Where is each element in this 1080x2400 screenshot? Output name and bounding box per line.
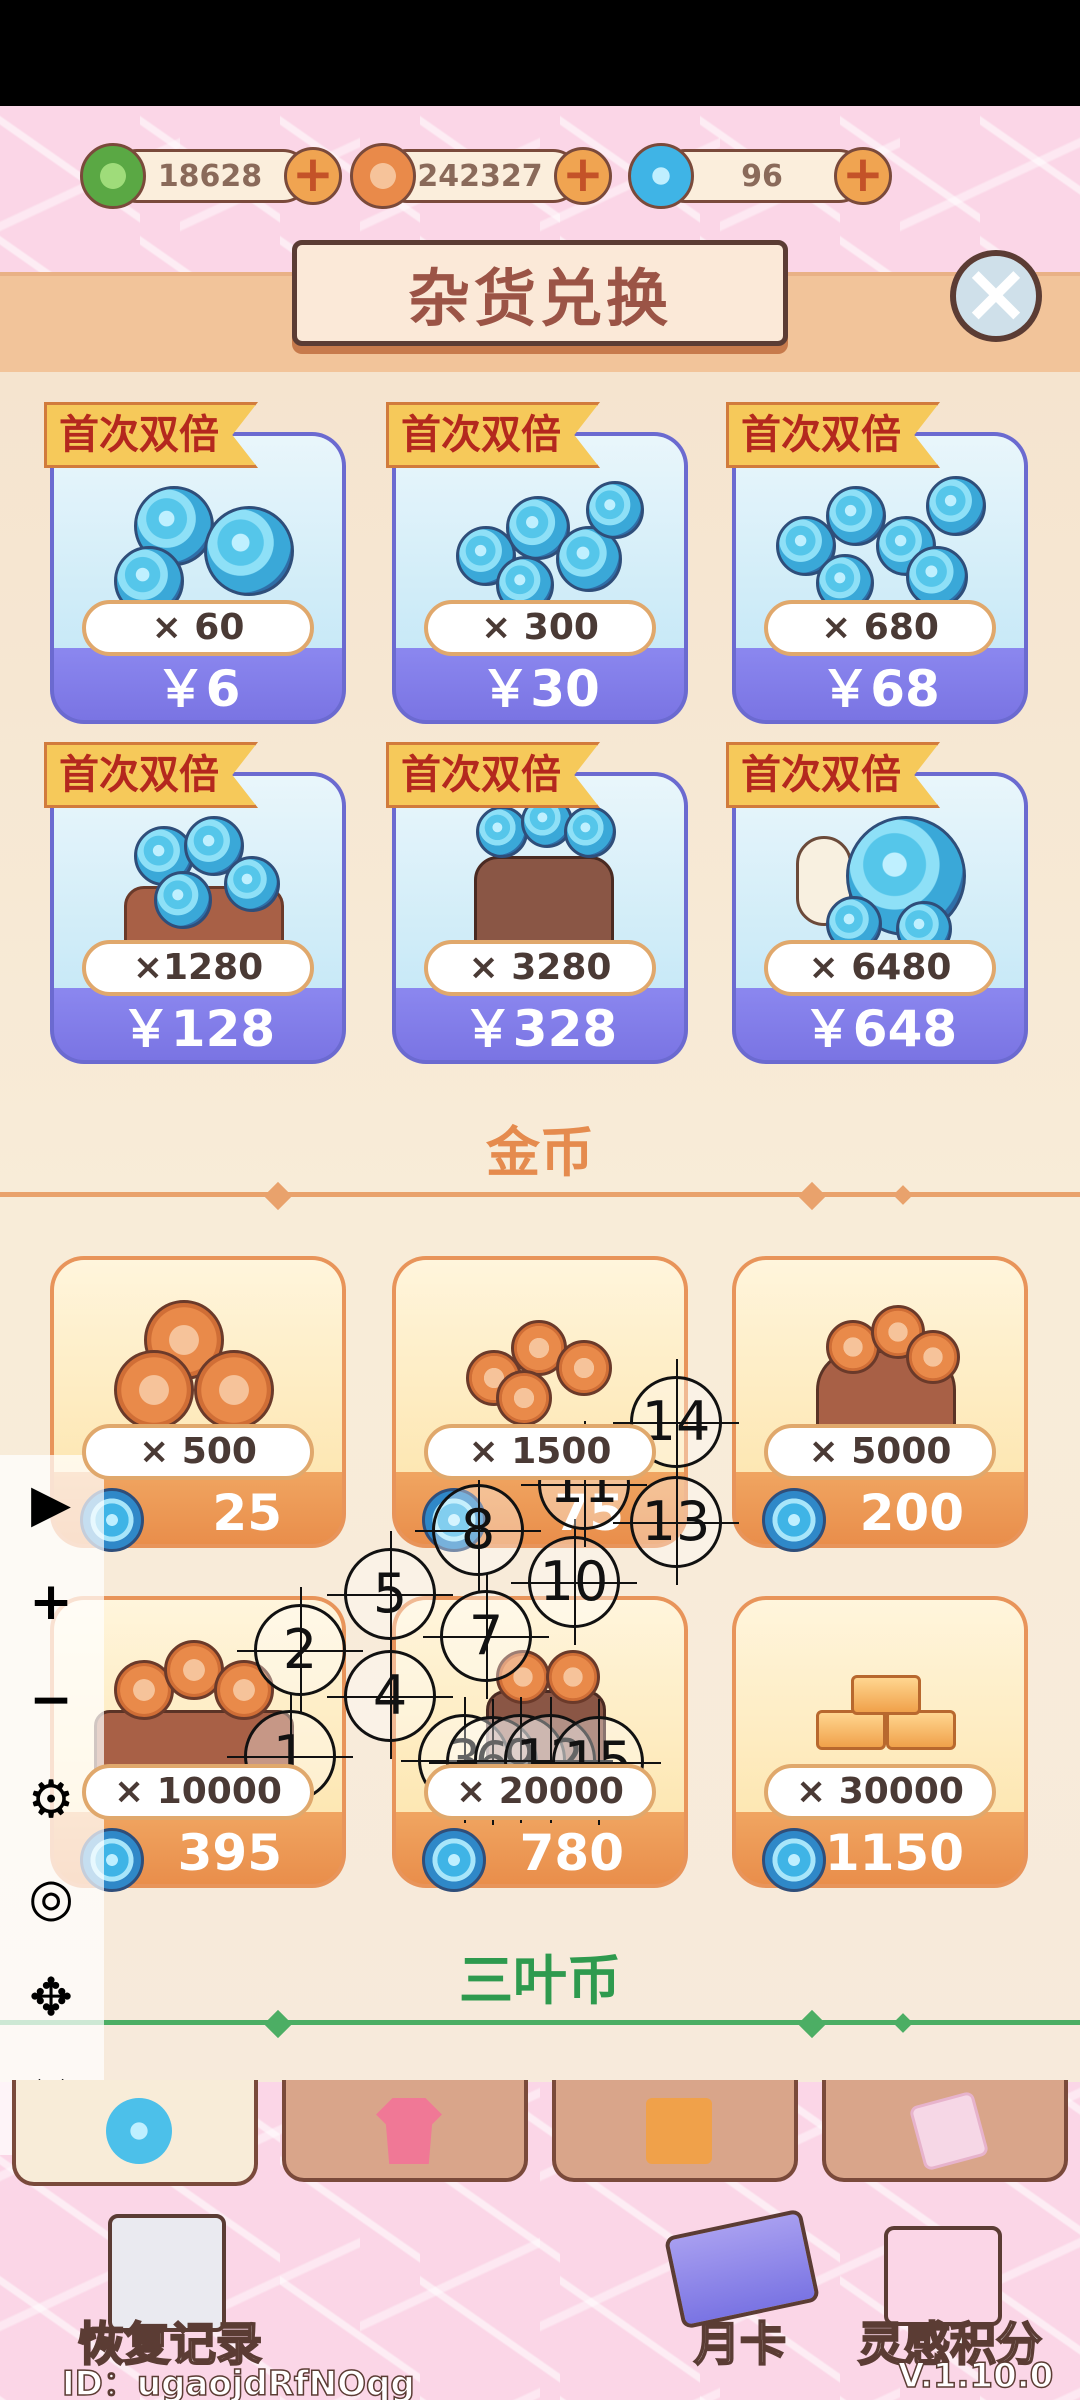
tab-gift[interactable] [552,2080,798,2182]
tab-scroll[interactable] [822,2080,1068,2182]
first-double-ribbon: 首次双倍 [386,402,600,468]
orb-icon [476,806,528,858]
currency-clover: 18628 + [80,143,342,209]
app-version: V.1.10.0 [897,2355,1054,2397]
close-button[interactable]: × [950,250,1042,342]
page-title: 杂货兑换 [292,240,788,346]
orb-icon [906,546,968,608]
gear-icon[interactable]: ⚙ [18,1767,84,1833]
gold-divider [0,1192,1080,1197]
orb-icon [628,143,694,209]
gold-coin-icon [556,1340,612,1396]
pack-quantity: × 680 [764,600,996,656]
gold-bar-icon [886,1710,956,1750]
clover-divider [0,2020,1080,2025]
orb-icon [204,506,294,596]
orb-icon [564,806,616,858]
add-clover-button[interactable]: + [284,147,342,205]
pack-quantity: × 10000 [82,1764,314,1820]
tab-orb[interactable] [12,2080,258,2186]
orb-icon [586,481,644,539]
eye-off-icon[interactable]: ◎ [18,1865,84,1931]
pack-price: ￥68 [732,648,1028,724]
first-double-ribbon: 首次双倍 [44,742,258,808]
pack-price: ￥30 [392,648,688,724]
first-double-ribbon: 首次双倍 [44,402,258,468]
gold-coin-icon [350,143,416,209]
close-icon: × [961,246,1031,341]
tap-marker: 8 [415,1467,541,1593]
tap-marker: 13 [613,1459,739,1585]
gift-tab-icon [646,2098,712,2164]
tap-marker: 10 [511,1519,637,1645]
currency-orb: 96 + [628,143,898,209]
pack-quantity: ×1280 [82,940,314,996]
orb-icon [224,856,280,912]
pack-price: ￥328 [392,988,688,1064]
minus-icon[interactable]: − [18,1667,84,1733]
pack-price: ￥6 [50,648,346,724]
first-double-ribbon: 首次双倍 [386,742,600,808]
tap-marker: 4 [327,1633,453,1759]
status-bar [0,0,1080,106]
pack-quantity: × 6480 [764,940,996,996]
gold-bar-icon [851,1675,921,1715]
gold-coin-icon [546,1650,600,1704]
orb-currency-icon [762,1828,826,1892]
shirt-tab-icon [376,2098,442,2164]
orb-icon [926,476,986,536]
tap-marker: 2 [237,1587,363,1713]
tab-clothes[interactable] [282,2080,528,2182]
orb-currency-icon [762,1488,826,1552]
gold-coin-icon [114,1350,194,1430]
pack-quantity: × 30000 [764,1764,996,1820]
first-double-ribbon: 首次双倍 [726,742,940,808]
pack-quantity: × 3280 [424,940,656,996]
gold-coin-icon [906,1330,960,1384]
user-id: ID：ugaojdRfNOqg [61,2363,415,2400]
tap-marker: 7 [423,1573,549,1699]
currency-gold: 242327 + [350,143,612,209]
pack-quantity: × 1500 [424,1424,656,1480]
pack-price: ￥648 [732,988,1028,1064]
tap-marker: 5 [327,1531,453,1657]
gold-coin-icon [496,1370,552,1426]
scroll-tab-icon [908,2090,990,2172]
pack-quantity: × 20000 [424,1764,656,1820]
move-icon[interactable]: ✥ [18,1965,84,2031]
plus-icon[interactable]: + [18,1569,84,1635]
pack-quantity: × 60 [82,600,314,656]
gold-section-title: 金币 [486,1121,594,1184]
first-double-ribbon: 首次双倍 [726,402,940,468]
pack-quantity: × 300 [424,600,656,656]
gold-coin-icon [194,1350,274,1430]
clover-section-title: 三叶币 [459,1949,621,2012]
pack-quantity: × 500 [82,1424,314,1480]
play-icon[interactable]: ▶ [18,1471,84,1537]
clover-icon [80,143,146,209]
add-orb-button[interactable]: + [834,147,892,205]
monthly-card-button[interactable]: 月卡 [660,2308,820,2374]
orb-icon [154,871,212,929]
pack-quantity: × 5000 [764,1424,996,1480]
orb-currency-icon [422,1828,486,1892]
pack-price: ￥128 [50,988,346,1064]
orb-tab-icon [106,2098,172,2164]
add-gold-button[interactable]: + [554,147,612,205]
gold-bar-icon [816,1710,886,1750]
